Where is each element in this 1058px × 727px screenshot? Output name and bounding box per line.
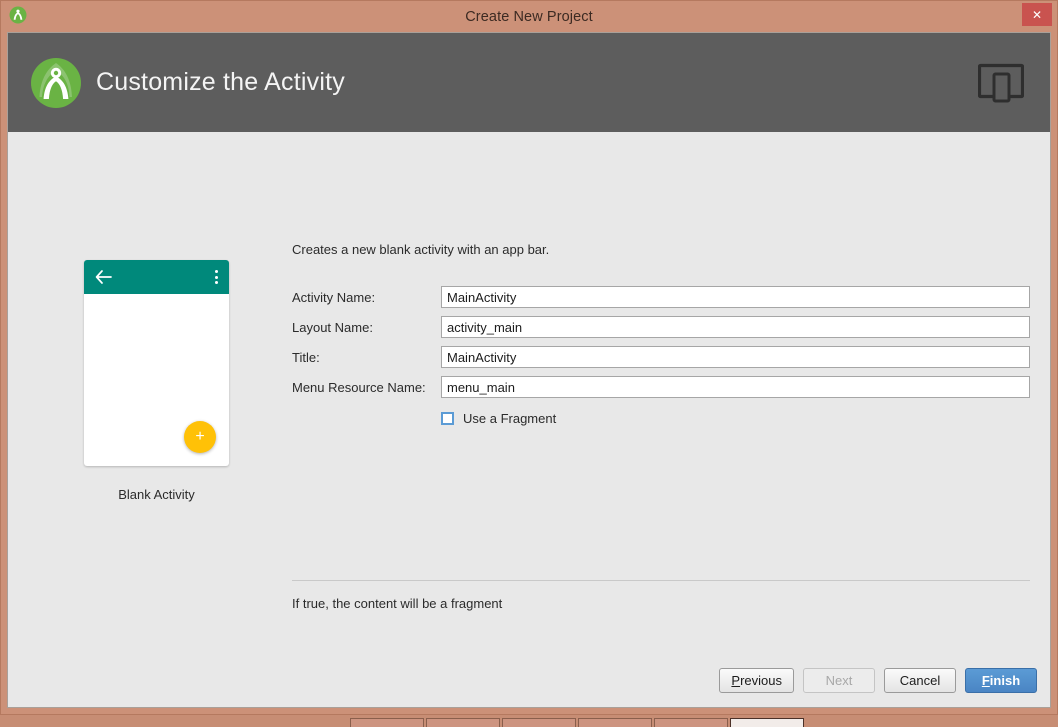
page-title: Customize the Activity	[96, 68, 345, 96]
finish-button[interactable]: Finish	[965, 667, 1037, 693]
menu-resource-name-label: Menu Resource Name:	[292, 379, 426, 395]
hint-separator	[292, 580, 1030, 581]
finish-label: inish	[989, 672, 1021, 688]
preview-caption: Blank Activity	[118, 487, 195, 502]
taskbar-button[interactable]	[502, 718, 576, 727]
android-studio-icon	[9, 6, 27, 24]
activity-name-input[interactable]	[441, 286, 1030, 308]
desktop-background: Create New Project ✕ Customize the Activ…	[0, 0, 1058, 727]
title-input[interactable]	[441, 346, 1030, 368]
dialog-client-area: Customize the Activity + Blank Activity …	[7, 32, 1051, 708]
create-new-project-dialog: Create New Project ✕ Customize the Activ…	[0, 0, 1058, 715]
preview-app-bar	[84, 260, 229, 294]
form-row-activity-name: Activity Name:	[292, 286, 1030, 308]
finish-mnemonic: F	[981, 672, 990, 688]
layout-name-label: Layout Name:	[292, 319, 373, 335]
activity-name-label: Activity Name:	[292, 289, 376, 305]
taskbar-button[interactable]	[654, 718, 728, 727]
use-fragment-label[interactable]: Use a Fragment	[463, 411, 556, 426]
previous-label: revious	[740, 672, 782, 688]
form-row-title: Title:	[292, 346, 1030, 368]
taskbar-button[interactable]	[578, 718, 652, 727]
floating-action-button[interactable]: +	[184, 421, 216, 453]
hint-text: If true, the content will be a fragment	[292, 596, 503, 611]
previous-button[interactable]: Previous	[719, 667, 794, 693]
title-label: Title:	[292, 349, 320, 365]
next-button: Next	[803, 667, 875, 693]
form-description: Creates a new blank activity with an app…	[292, 242, 550, 257]
overflow-menu-icon	[215, 270, 218, 284]
taskbar-button[interactable]	[426, 718, 500, 727]
form-row-layout-name: Layout Name:	[292, 316, 1030, 338]
use-fragment-row: Use a Fragment	[441, 411, 1030, 426]
layout-name-input[interactable]	[441, 316, 1030, 338]
taskbar-button[interactable]	[350, 718, 424, 727]
phone-preview-frame: +	[84, 260, 229, 466]
back-arrow-icon	[95, 270, 112, 284]
dialog-body: + Blank Activity Creates a new blank act…	[8, 132, 1050, 653]
wizard-footer: Previous Next Cancel Finish	[8, 653, 1050, 707]
window-title: Create New Project	[465, 8, 593, 25]
menu-resource-name-input[interactable]	[441, 376, 1030, 398]
tablet-phone-device-icon	[977, 63, 1025, 103]
close-icon[interactable]: ✕	[1022, 3, 1052, 26]
activity-preview[interactable]: + Blank Activity	[84, 260, 229, 502]
use-fragment-checkbox[interactable]	[441, 412, 454, 425]
cancel-button[interactable]: Cancel	[884, 667, 956, 693]
previous-mnemonic: P	[731, 672, 741, 688]
taskbar	[0, 715, 1058, 727]
taskbar-button-active[interactable]	[730, 718, 804, 727]
customize-activity-form: Creates a new blank activity with an app…	[292, 242, 1030, 426]
wizard-header: Customize the Activity	[8, 33, 1050, 132]
window-titlebar: Create New Project ✕	[1, 1, 1057, 32]
android-studio-logo-icon	[30, 57, 82, 109]
form-row-menu-resource-name: Menu Resource Name:	[292, 376, 1030, 398]
